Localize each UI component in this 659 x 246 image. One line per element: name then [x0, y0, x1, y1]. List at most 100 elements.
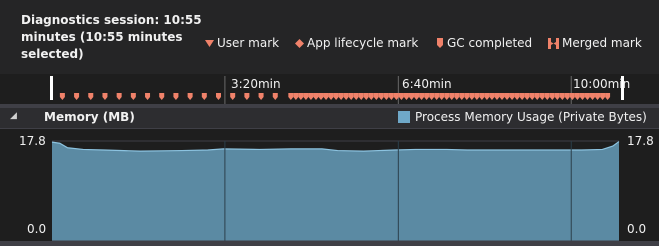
- tick-label-6-40: 6:40min: [402, 77, 452, 91]
- gc-mark: [524, 93, 530, 100]
- gc-mark: [363, 93, 369, 100]
- gc-mark: [308, 93, 314, 100]
- gc-mark: [338, 93, 344, 100]
- tick-label-3-20: 3:20min: [231, 77, 281, 91]
- series-swatch-icon: [398, 111, 410, 123]
- gc-mark: [459, 93, 465, 100]
- gc-mark: [383, 93, 389, 100]
- session-title: Diagnostics session: 10:55 minutes (10:5…: [21, 13, 202, 61]
- gc-mark: [173, 93, 179, 100]
- gc-mark: [368, 93, 374, 100]
- memory-chart[interactable]: 17.8 17.8 0.0 0.0: [0, 129, 659, 246]
- app-lifecycle-mark-icon: [295, 38, 304, 48]
- tick-label-10-00: 10:00min: [573, 77, 631, 91]
- gc-mark: [398, 93, 404, 100]
- gc-mark: [323, 93, 329, 100]
- gc-mark: [529, 93, 535, 100]
- gc-mark: [544, 93, 550, 100]
- gc-mark: [116, 93, 122, 100]
- gc-mark: [539, 93, 545, 100]
- y-axis-min-right: 0.0: [627, 222, 647, 236]
- y-axis-max-right: 17.8: [627, 134, 654, 148]
- gc-mark: [584, 93, 590, 100]
- gc-mark: [474, 93, 480, 100]
- gc-mark: [230, 93, 236, 100]
- gc-mark: [605, 93, 611, 100]
- collapse-arrow-icon[interactable]: ◢: [10, 111, 17, 121]
- gc-mark: [130, 93, 136, 100]
- legend-gc-completed: GC completed: [437, 36, 532, 50]
- gc-mark: [358, 93, 364, 100]
- gc-mark: [303, 93, 309, 100]
- gc-mark: [298, 93, 304, 100]
- gc-mark: [484, 93, 490, 100]
- gc-mark: [102, 93, 108, 100]
- range-start-handle: [50, 76, 53, 100]
- gc-mark: [489, 93, 495, 100]
- legend-merged-mark: Merged mark: [548, 36, 642, 50]
- gc-mark: [353, 93, 359, 100]
- series-legend-label: Process Memory Usage (Private Bytes): [415, 110, 647, 124]
- gc-mark: [569, 93, 575, 100]
- gc-mark: [328, 93, 334, 100]
- y-axis-min-left: 0.0: [27, 222, 47, 236]
- gc-mark: [559, 93, 565, 100]
- gc-completed-icon: [437, 37, 443, 48]
- gc-mark: [519, 93, 525, 100]
- gc-mark: [348, 93, 354, 100]
- gc-mark: [444, 93, 450, 100]
- gc-mark: [388, 93, 394, 100]
- gc-mark: [159, 93, 165, 100]
- gc-mark: [549, 93, 555, 100]
- gc-mark: [494, 93, 500, 100]
- gc-mark: [554, 93, 560, 100]
- timeline-svg: [50, 76, 624, 104]
- legend-gc-completed-label: GC completed: [447, 36, 533, 50]
- series-legend: Process Memory Usage (Private Bytes): [398, 110, 647, 124]
- gc-mark: [293, 93, 299, 100]
- gc-mark: [589, 93, 595, 100]
- gc-mark: [564, 93, 570, 100]
- gc-mark: [313, 93, 319, 100]
- gc-mark: [88, 93, 94, 100]
- marks-legend: User mark App lifecycle mark GC complete…: [205, 36, 651, 54]
- gc-mark: [509, 93, 515, 100]
- gc-mark: [378, 93, 384, 100]
- gc-mark: [244, 93, 250, 100]
- gc-mark: [414, 93, 420, 100]
- session-header: Diagnostics session: 10:55 minutes (10:5…: [0, 0, 659, 74]
- gc-mark: [59, 93, 65, 100]
- gc-mark: [201, 93, 207, 100]
- gc-mark: [74, 93, 80, 100]
- gc-mark: [479, 93, 485, 100]
- gc-mark: [424, 93, 430, 100]
- legend-user-mark: User mark: [205, 36, 279, 50]
- gc-mark: [419, 93, 425, 100]
- gc-mark: [534, 93, 540, 100]
- gc-mark: [318, 93, 324, 100]
- gc-mark: [514, 93, 520, 100]
- memory-chart-svg: [51, 140, 620, 242]
- legend-app-lifecycle-mark-label: App lifecycle mark: [307, 36, 419, 50]
- gc-mark: [429, 93, 435, 100]
- gc-mark: [216, 93, 221, 100]
- memory-area: [52, 141, 619, 241]
- legend-app-lifecycle-mark: App lifecycle mark: [295, 36, 418, 50]
- memory-section-header: ◢ Memory (MB) Process Memory Usage (Priv…: [0, 108, 659, 129]
- gc-mark: [409, 93, 415, 100]
- memory-section-title: Memory (MB): [44, 110, 135, 124]
- gc-mark: [579, 93, 585, 100]
- timeline-ruler[interactable]: 3:20min 6:40min 10:00min: [0, 74, 659, 104]
- gc-mark: [439, 93, 445, 100]
- user-mark-icon: [205, 39, 214, 47]
- gc-mark: [574, 93, 580, 100]
- gc-mark: [449, 93, 455, 100]
- merged-mark-icon: [548, 37, 559, 49]
- gc-mark: [258, 93, 264, 100]
- bottom-bar: [0, 241, 659, 246]
- y-axis-max-left: 17.8: [19, 134, 46, 148]
- gc-mark: [343, 93, 349, 100]
- gc-mark: [288, 93, 294, 100]
- gc-mark: [600, 93, 606, 100]
- gc-mark: [499, 93, 505, 100]
